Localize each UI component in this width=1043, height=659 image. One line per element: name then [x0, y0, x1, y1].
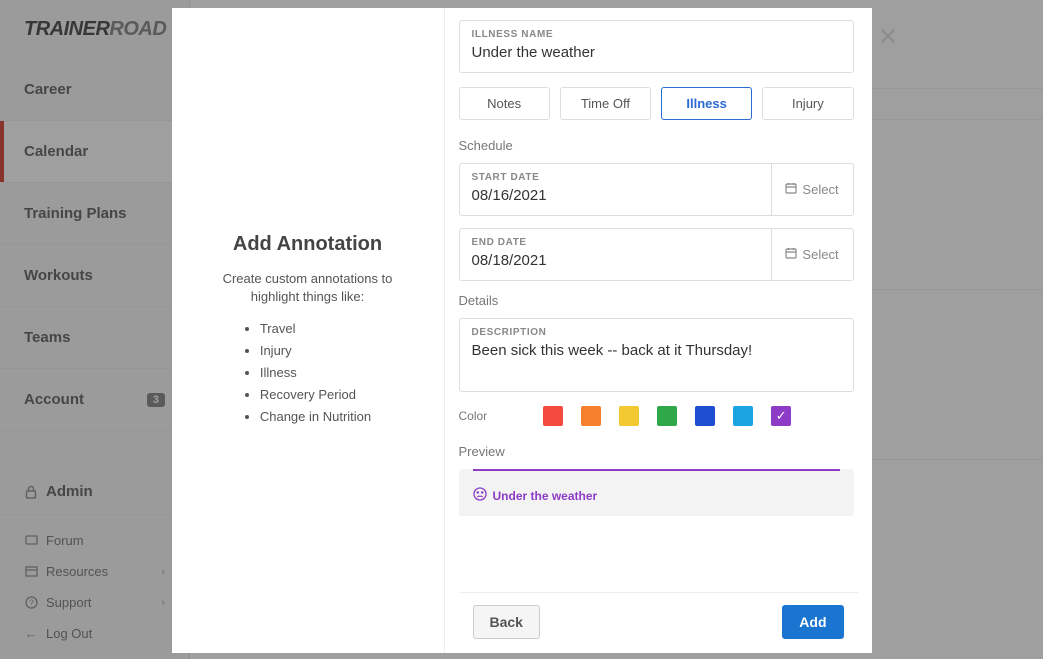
- color-swatch-yellow[interactable]: [619, 406, 639, 426]
- calendar-icon: [785, 247, 797, 262]
- bullet-item: Injury: [260, 340, 371, 362]
- start-date-block: START DATE Select: [459, 163, 854, 216]
- tab-time-off[interactable]: Time Off: [560, 87, 651, 120]
- illness-name-input[interactable]: [472, 44, 841, 61]
- color-label: Color: [459, 409, 488, 423]
- illness-name-label: ILLNESS NAME: [472, 29, 841, 40]
- color-swatch-blue[interactable]: [695, 406, 715, 426]
- color-swatch-green[interactable]: [657, 406, 677, 426]
- modal-bullet-list: Travel Injury Illness Recovery Period Ch…: [244, 318, 371, 428]
- close-button[interactable]: [876, 24, 900, 48]
- color-swatch-cyan[interactable]: [733, 406, 753, 426]
- details-section-label: Details: [459, 293, 854, 308]
- tab-injury[interactable]: Injury: [762, 87, 853, 120]
- description-label: DESCRIPTION: [472, 327, 841, 338]
- select-label: Select: [802, 182, 838, 197]
- modal-title: Add Annotation: [233, 233, 382, 256]
- add-annotation-modal: Add Annotation Create custom annotations…: [172, 8, 872, 653]
- modal-overlay: Add Annotation Create custom annotations…: [0, 0, 1043, 659]
- preview-card: Under the weather: [459, 469, 854, 516]
- bullet-item: Change in Nutrition: [260, 406, 371, 428]
- end-date-label: END DATE: [472, 237, 759, 248]
- illness-name-field[interactable]: ILLNESS NAME: [459, 20, 854, 73]
- modal-subtitle: Create custom annotations to highlight t…: [202, 270, 414, 306]
- calendar-icon: [785, 182, 797, 197]
- tab-illness[interactable]: Illness: [661, 87, 752, 120]
- tab-notes[interactable]: Notes: [459, 87, 550, 120]
- check-icon: ✓: [776, 408, 787, 424]
- color-swatch-purple[interactable]: ✓: [771, 406, 791, 426]
- color-swatch-gray[interactable]: [505, 406, 525, 426]
- end-date-block: END DATE Select: [459, 228, 854, 281]
- select-label: Select: [802, 247, 838, 262]
- back-button[interactable]: Back: [473, 605, 540, 639]
- color-swatch-red[interactable]: [543, 406, 563, 426]
- bullet-item: Travel: [260, 318, 371, 340]
- preview-label: Preview: [459, 444, 854, 459]
- bullet-item: Illness: [260, 362, 371, 384]
- add-button[interactable]: Add: [782, 605, 843, 639]
- start-date-input[interactable]: [472, 187, 759, 204]
- sad-face-icon: [473, 487, 487, 504]
- description-input[interactable]: [472, 342, 841, 359]
- end-date-select-button[interactable]: Select: [771, 229, 853, 280]
- schedule-section-label: Schedule: [459, 138, 854, 153]
- end-date-input[interactable]: [472, 252, 759, 269]
- bullet-item: Recovery Period: [260, 384, 371, 406]
- preview-text: Under the weather: [493, 489, 598, 503]
- description-field[interactable]: DESCRIPTION: [459, 318, 854, 392]
- color-swatch-orange[interactable]: [581, 406, 601, 426]
- start-date-select-button[interactable]: Select: [771, 164, 853, 215]
- preview-color-bar: [473, 469, 840, 471]
- start-date-label: START DATE: [472, 172, 759, 183]
